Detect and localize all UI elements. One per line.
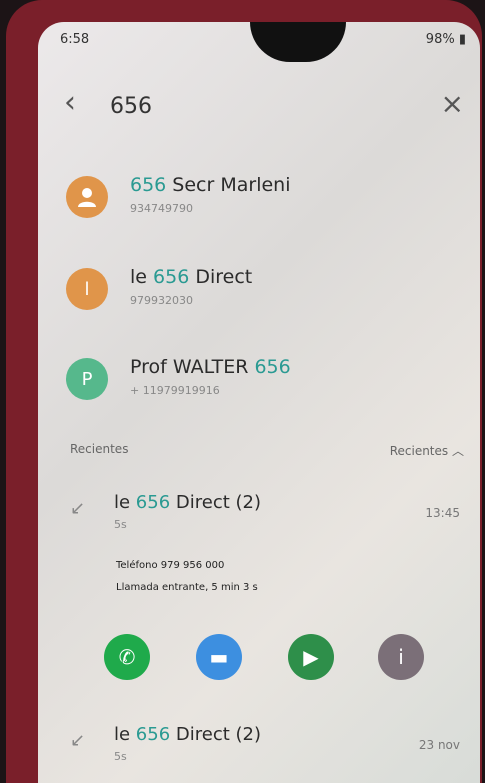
status-bar: 6:58 98% ▮ bbox=[38, 22, 480, 52]
recents-section-label: Recientes bbox=[70, 442, 129, 456]
contact-item[interactable]: l le 656 Direct 979932030 bbox=[38, 262, 480, 322]
battery-icon: ▮ bbox=[458, 32, 466, 47]
video-call-button[interactable]: ▶ bbox=[288, 634, 334, 680]
call-button[interactable]: ✆ bbox=[104, 634, 150, 680]
back-arrow-icon[interactable]: ‹ bbox=[64, 88, 76, 118]
status-time: 6:58 bbox=[60, 32, 90, 47]
message-icon: ▬ bbox=[209, 645, 229, 669]
recent-call-name: le 656 Direct (2) bbox=[114, 724, 261, 745]
recent-call-duration: 5s bbox=[114, 518, 127, 531]
call-actions-row: ✆ ▬ ▶ i bbox=[38, 634, 480, 694]
contact-number: + 11979919916 bbox=[130, 384, 220, 397]
status-battery: 98% ▮ bbox=[426, 32, 466, 47]
avatar: P bbox=[66, 358, 108, 400]
info-button[interactable]: i bbox=[378, 634, 424, 680]
message-button[interactable]: ▬ bbox=[196, 634, 242, 680]
recents-collapse-toggle[interactable]: Recientes ︿ bbox=[390, 442, 464, 459]
video-icon: ▶ bbox=[303, 645, 319, 669]
avatar: l bbox=[66, 268, 108, 310]
contact-item[interactable]: P Prof WALTER 656 + 11979919916 bbox=[38, 352, 480, 412]
contact-name: 656 Secr Marleni bbox=[130, 174, 291, 196]
recent-call-time: 23 nov bbox=[418, 738, 460, 752]
recent-call-time: 13:45 bbox=[425, 506, 460, 520]
call-detail-type: Llamada entrante, 5 min 3 s bbox=[116, 582, 258, 593]
chevron-up-icon: ︿ bbox=[451, 444, 464, 458]
contact-number: 979932030 bbox=[130, 294, 193, 307]
contact-name: Prof WALTER 656 bbox=[130, 356, 291, 378]
close-icon[interactable]: × bbox=[441, 90, 464, 118]
contact-number: 934749790 bbox=[130, 202, 193, 215]
recent-call-name: le 656 Direct (2) bbox=[114, 492, 261, 513]
incoming-call-icon: ↙ bbox=[70, 498, 86, 519]
incoming-call-icon: ↙ bbox=[70, 730, 86, 751]
avatar bbox=[66, 176, 108, 218]
info-icon: i bbox=[398, 645, 404, 669]
search-bar: ‹ 656 × bbox=[38, 84, 480, 134]
battery-percent: 98% bbox=[425, 32, 455, 47]
recent-call-item[interactable]: ↙ le 656 Direct (2) 5s 23 nov bbox=[38, 722, 480, 772]
call-detail-phone: Teléfono 979 956 000 bbox=[116, 560, 225, 571]
contact-item[interactable]: 656 Secr Marleni 934749790 bbox=[38, 170, 480, 230]
screen: 6:58 98% ▮ ‹ 656 × 656 Secr Marleni 9347… bbox=[38, 22, 480, 783]
person-icon bbox=[78, 188, 96, 207]
phone-icon: ✆ bbox=[118, 645, 136, 669]
search-input[interactable]: 656 bbox=[110, 94, 152, 119]
recent-call-duration: 5s bbox=[114, 750, 127, 763]
recent-call-item[interactable]: ↙ le 656 Direct (2) 5s 13:45 Teléfono 97… bbox=[38, 490, 480, 630]
contact-name: le 656 Direct bbox=[130, 266, 253, 288]
